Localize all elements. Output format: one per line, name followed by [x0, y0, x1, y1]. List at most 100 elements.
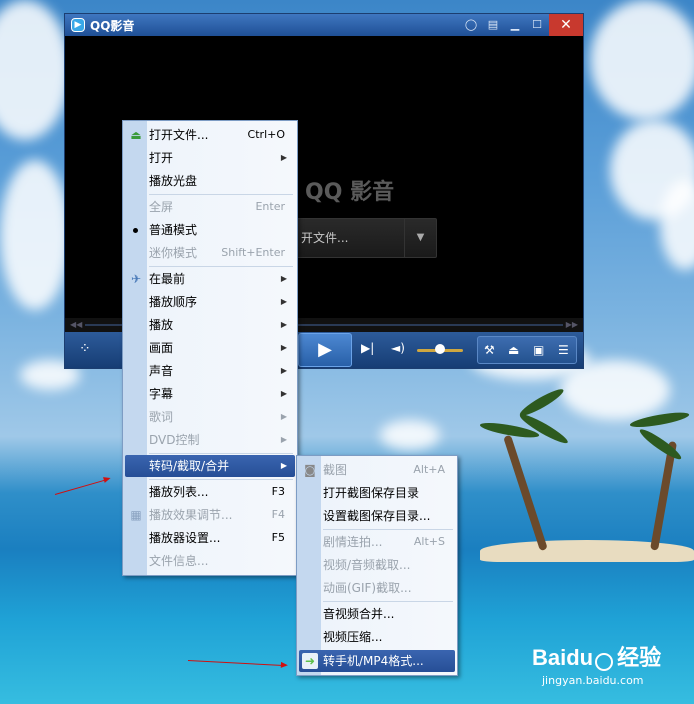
- submenu-item-convert-mp4[interactable]: ➜ 转手机/MP4格式...: [299, 650, 455, 672]
- adjust-icon: ▦: [130, 508, 142, 522]
- menu-label: 在最前: [149, 272, 186, 286]
- submenu-item-video-compress[interactable]: 视频压缩...: [299, 626, 455, 648]
- menu-shortcut: Ctrl+O: [247, 128, 285, 141]
- menu-label: 打开文件...: [149, 128, 209, 142]
- menu-item-open-file[interactable]: ⏏ 打开文件... Ctrl+O: [125, 124, 295, 146]
- submenu-item-gif-clip: 动画(GIF)截取...: [299, 577, 455, 599]
- close-button[interactable]: ✕: [549, 14, 583, 36]
- submenu-arrow-icon: ▶: [280, 274, 287, 283]
- cloud: [590, 0, 694, 120]
- volume-knob[interactable]: [435, 344, 445, 354]
- menu-label: 播放光盘: [149, 174, 198, 188]
- submenu-item-screenshot: ◙ 截图 Alt+A: [299, 459, 455, 481]
- maximize-button[interactable]: ☐: [529, 17, 545, 33]
- window-title: QQ影音: [90, 18, 135, 33]
- menu-item-mini-mode: 迷你模式 Shift+Enter: [125, 242, 295, 264]
- menu-item-fullscreen: 全屏 Enter: [125, 196, 295, 218]
- watermark-brand: Baidu: [532, 645, 594, 670]
- menu-label: 视频压缩...: [323, 630, 383, 644]
- qq-player-icon: ▶: [71, 18, 85, 32]
- menu-label: 打开: [149, 151, 174, 165]
- play-button[interactable]: ▶: [298, 333, 352, 367]
- menu-label: 字幕: [149, 387, 174, 401]
- context-menu: ⏏ 打开文件... Ctrl+O 打开 ▶ 播放光盘 全屏 Enter 普通模式…: [122, 120, 298, 576]
- playlist-icon[interactable]: ☰: [558, 343, 569, 357]
- menu-item-normal-mode[interactable]: 普通模式: [125, 219, 295, 241]
- cloud: [0, 160, 70, 310]
- color-icon[interactable]: ▣: [533, 343, 544, 357]
- menu-label: 声音: [149, 364, 174, 378]
- menu-separator: [323, 529, 453, 530]
- menu-item-play[interactable]: 播放 ▶: [125, 314, 295, 336]
- menu-shortcut: Shift+Enter: [221, 246, 285, 259]
- title-bar[interactable]: ▶ QQ影音 ◯ ▤ ▁ ☐ ✕: [65, 14, 583, 36]
- menu-item-subtitle[interactable]: 字幕 ▶: [125, 383, 295, 405]
- island: [480, 540, 694, 562]
- chat-icon[interactable]: ◯: [463, 17, 479, 33]
- menu-item-open[interactable]: 打开 ▶: [125, 147, 295, 169]
- footprint-icon[interactable]: ⁘: [79, 341, 91, 357]
- menu-item-picture[interactable]: 画面 ▶: [125, 337, 295, 359]
- menu-label: 剧情连拍...: [323, 535, 383, 549]
- menu-separator: [323, 601, 453, 602]
- eject-icon: ⏏: [130, 128, 142, 142]
- menu-label: 播放: [149, 318, 174, 332]
- menu-item-sound[interactable]: 声音 ▶: [125, 360, 295, 382]
- menu-item-transcode[interactable]: 转码/截取/合并 ▶: [125, 455, 295, 477]
- next-button[interactable]: ▶|: [361, 341, 374, 355]
- dropdown-arrow-icon[interactable]: ▼: [404, 219, 436, 257]
- menu-label: 歌词: [149, 410, 174, 424]
- submenu-arrow-icon: ▶: [280, 366, 287, 375]
- menu-item-play-order[interactable]: 播放顺序 ▶: [125, 291, 295, 313]
- checked-bullet-icon: [133, 228, 138, 233]
- watermark-suffix: 经验: [617, 646, 662, 671]
- menu-label: 播放效果调节...: [149, 508, 233, 522]
- menu-separator: [149, 479, 293, 480]
- menu-label: 普通模式: [149, 223, 198, 237]
- submenu-item-open-screenshot-dir[interactable]: 打开截图保存目录: [299, 482, 455, 504]
- watermark-url: jingyan.baidu.com: [542, 674, 644, 687]
- pin-icon: ✈: [130, 272, 142, 286]
- submenu-item-set-screenshot-dir[interactable]: 设置截图保存目录...: [299, 505, 455, 527]
- menu-label: 截图: [323, 463, 348, 477]
- submenu-arrow-icon: ▶: [280, 389, 287, 398]
- player-logo-text: QQ 影音: [305, 180, 395, 205]
- open-file-button[interactable]: 开文件... ▼: [295, 218, 437, 258]
- menu-label: 音视频合并...: [323, 607, 395, 621]
- menu-label: 播放顺序: [149, 295, 198, 309]
- menu-item-effect-adjust: ▦ 播放效果调节... F4: [125, 504, 295, 526]
- submenu-item-burst-capture: 剧情连拍... Alt+S: [299, 531, 455, 553]
- menu-label: DVD控制: [149, 433, 200, 447]
- forward-icon: ▶▶: [565, 320, 578, 329]
- menu-label: 画面: [149, 341, 174, 355]
- menu-item-always-on-top[interactable]: ✈ 在最前 ▶: [125, 268, 295, 290]
- volume-icon[interactable]: ◄): [391, 341, 405, 355]
- rewind-icon: ◀◀: [70, 320, 83, 329]
- menu-item-player-settings[interactable]: 播放器设置... F5: [125, 527, 295, 549]
- skin-icon[interactable]: ▤: [485, 17, 501, 33]
- open-file-label: 开文件...: [301, 231, 349, 245]
- menu-item-dvd-control: DVD控制 ▶: [125, 429, 295, 451]
- tool-buttons: ⚒ ⏏ ▣ ☰: [477, 336, 577, 364]
- menu-shortcut: Alt+S: [413, 535, 445, 548]
- cloud: [380, 420, 440, 450]
- eject-icon[interactable]: ⏏: [508, 343, 519, 357]
- wrench-icon[interactable]: ⚒: [484, 343, 495, 357]
- minimize-button[interactable]: ▁: [507, 17, 523, 33]
- cloud: [0, 0, 70, 140]
- menu-label: 文件信息...: [149, 554, 209, 568]
- menu-item-playlist[interactable]: 播放列表... F3: [125, 481, 295, 503]
- palm-tree: [503, 434, 548, 552]
- menu-label: 转码/截取/合并: [149, 459, 230, 473]
- submenu-item-av-merge[interactable]: 音视频合并...: [299, 603, 455, 625]
- menu-label: 全屏: [149, 200, 174, 214]
- menu-item-play-disc[interactable]: 播放光盘: [125, 170, 295, 192]
- menu-item-file-info: 文件信息...: [125, 550, 295, 572]
- transcode-submenu: ◙ 截图 Alt+A 打开截图保存目录 设置截图保存目录... 剧情连拍... …: [296, 455, 458, 676]
- menu-item-lyrics: 歌词 ▶: [125, 406, 295, 428]
- palm-leaf: [637, 425, 684, 463]
- menu-separator: [149, 266, 293, 267]
- menu-label: 视频/音频截取...: [323, 558, 411, 572]
- submenu-arrow-icon: ▶: [280, 343, 287, 352]
- menu-label: 设置截图保存目录...: [323, 509, 431, 523]
